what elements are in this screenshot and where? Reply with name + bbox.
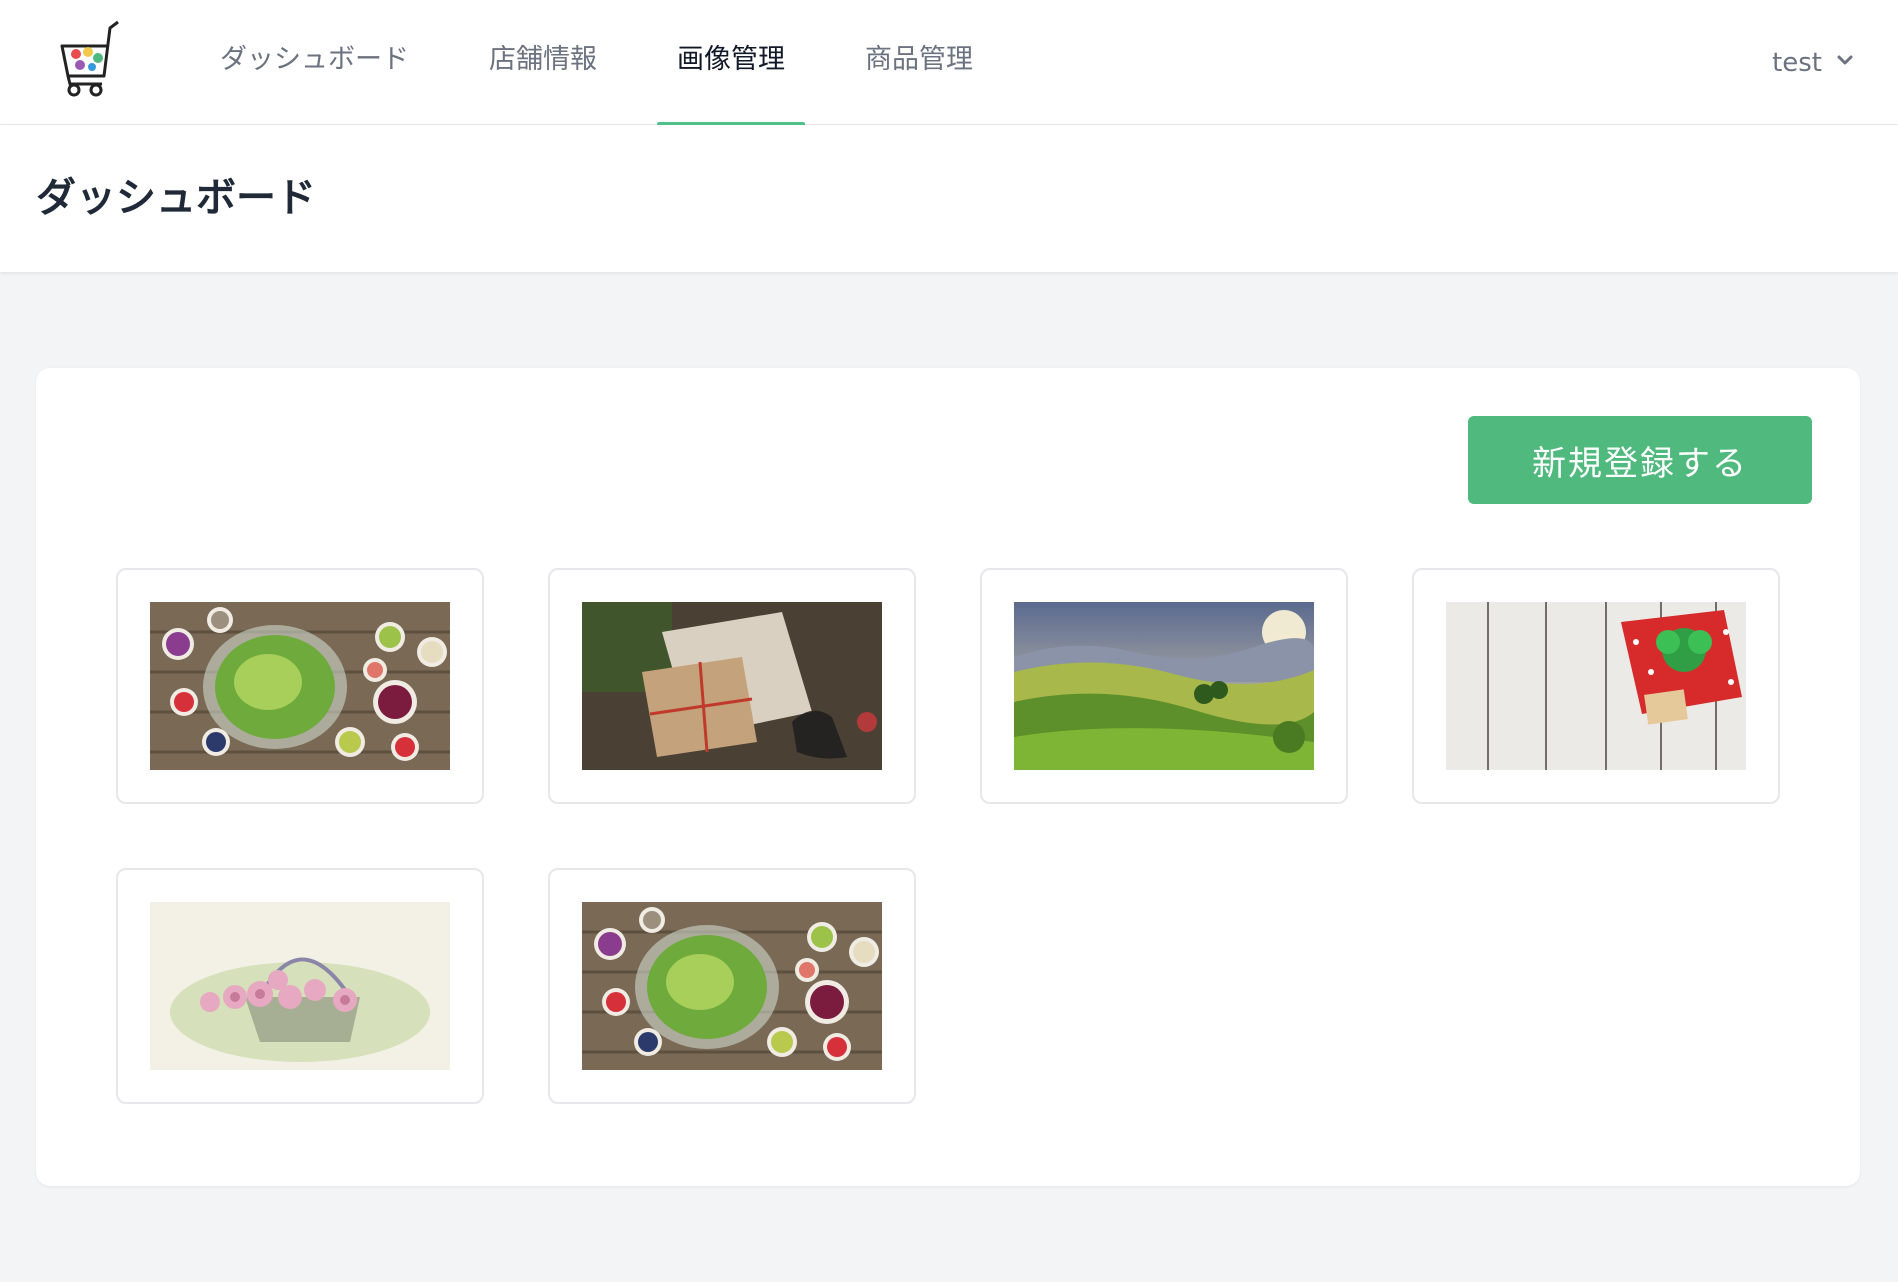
chevron-down-icon <box>1834 3 1856 123</box>
image-tile[interactable] <box>548 868 916 1104</box>
new-registration-button[interactable]: 新規登録する <box>1468 416 1812 504</box>
image-tile[interactable] <box>116 868 484 1104</box>
user-menu[interactable]: test <box>1772 0 1856 125</box>
image-tile[interactable] <box>1412 568 1780 804</box>
image-tile[interactable] <box>980 568 1348 804</box>
image-thumbnail <box>582 902 882 1070</box>
image-grid <box>116 568 1796 1104</box>
top-navigation: ダッシュボード 店舗情報 画像管理 商品管理 test <box>0 0 1898 126</box>
shopping-cart-icon[interactable] <box>58 20 120 100</box>
nav-item-dashboard[interactable]: ダッシュボード <box>200 0 429 125</box>
page-header: ダッシュボード <box>0 125 1898 272</box>
nav-menu: ダッシュボード 店舗情報 画像管理 商品管理 <box>200 0 1033 126</box>
image-tile[interactable] <box>548 568 916 804</box>
image-thumbnail <box>1014 602 1314 770</box>
nav-item-store-info[interactable]: 店舗情報 <box>469 0 617 125</box>
nav-item-product-management[interactable]: 商品管理 <box>845 0 993 125</box>
nav-item-image-management[interactable]: 画像管理 <box>657 0 805 126</box>
user-name: test <box>1772 47 1822 78</box>
image-thumbnail <box>582 602 882 770</box>
page-title: ダッシュボード <box>36 175 316 221</box>
image-thumbnail <box>150 602 450 770</box>
image-thumbnail <box>150 902 450 1070</box>
image-thumbnail <box>1446 602 1746 770</box>
image-list-card: 新規登録する <box>36 368 1860 1186</box>
image-tile[interactable] <box>116 568 484 804</box>
